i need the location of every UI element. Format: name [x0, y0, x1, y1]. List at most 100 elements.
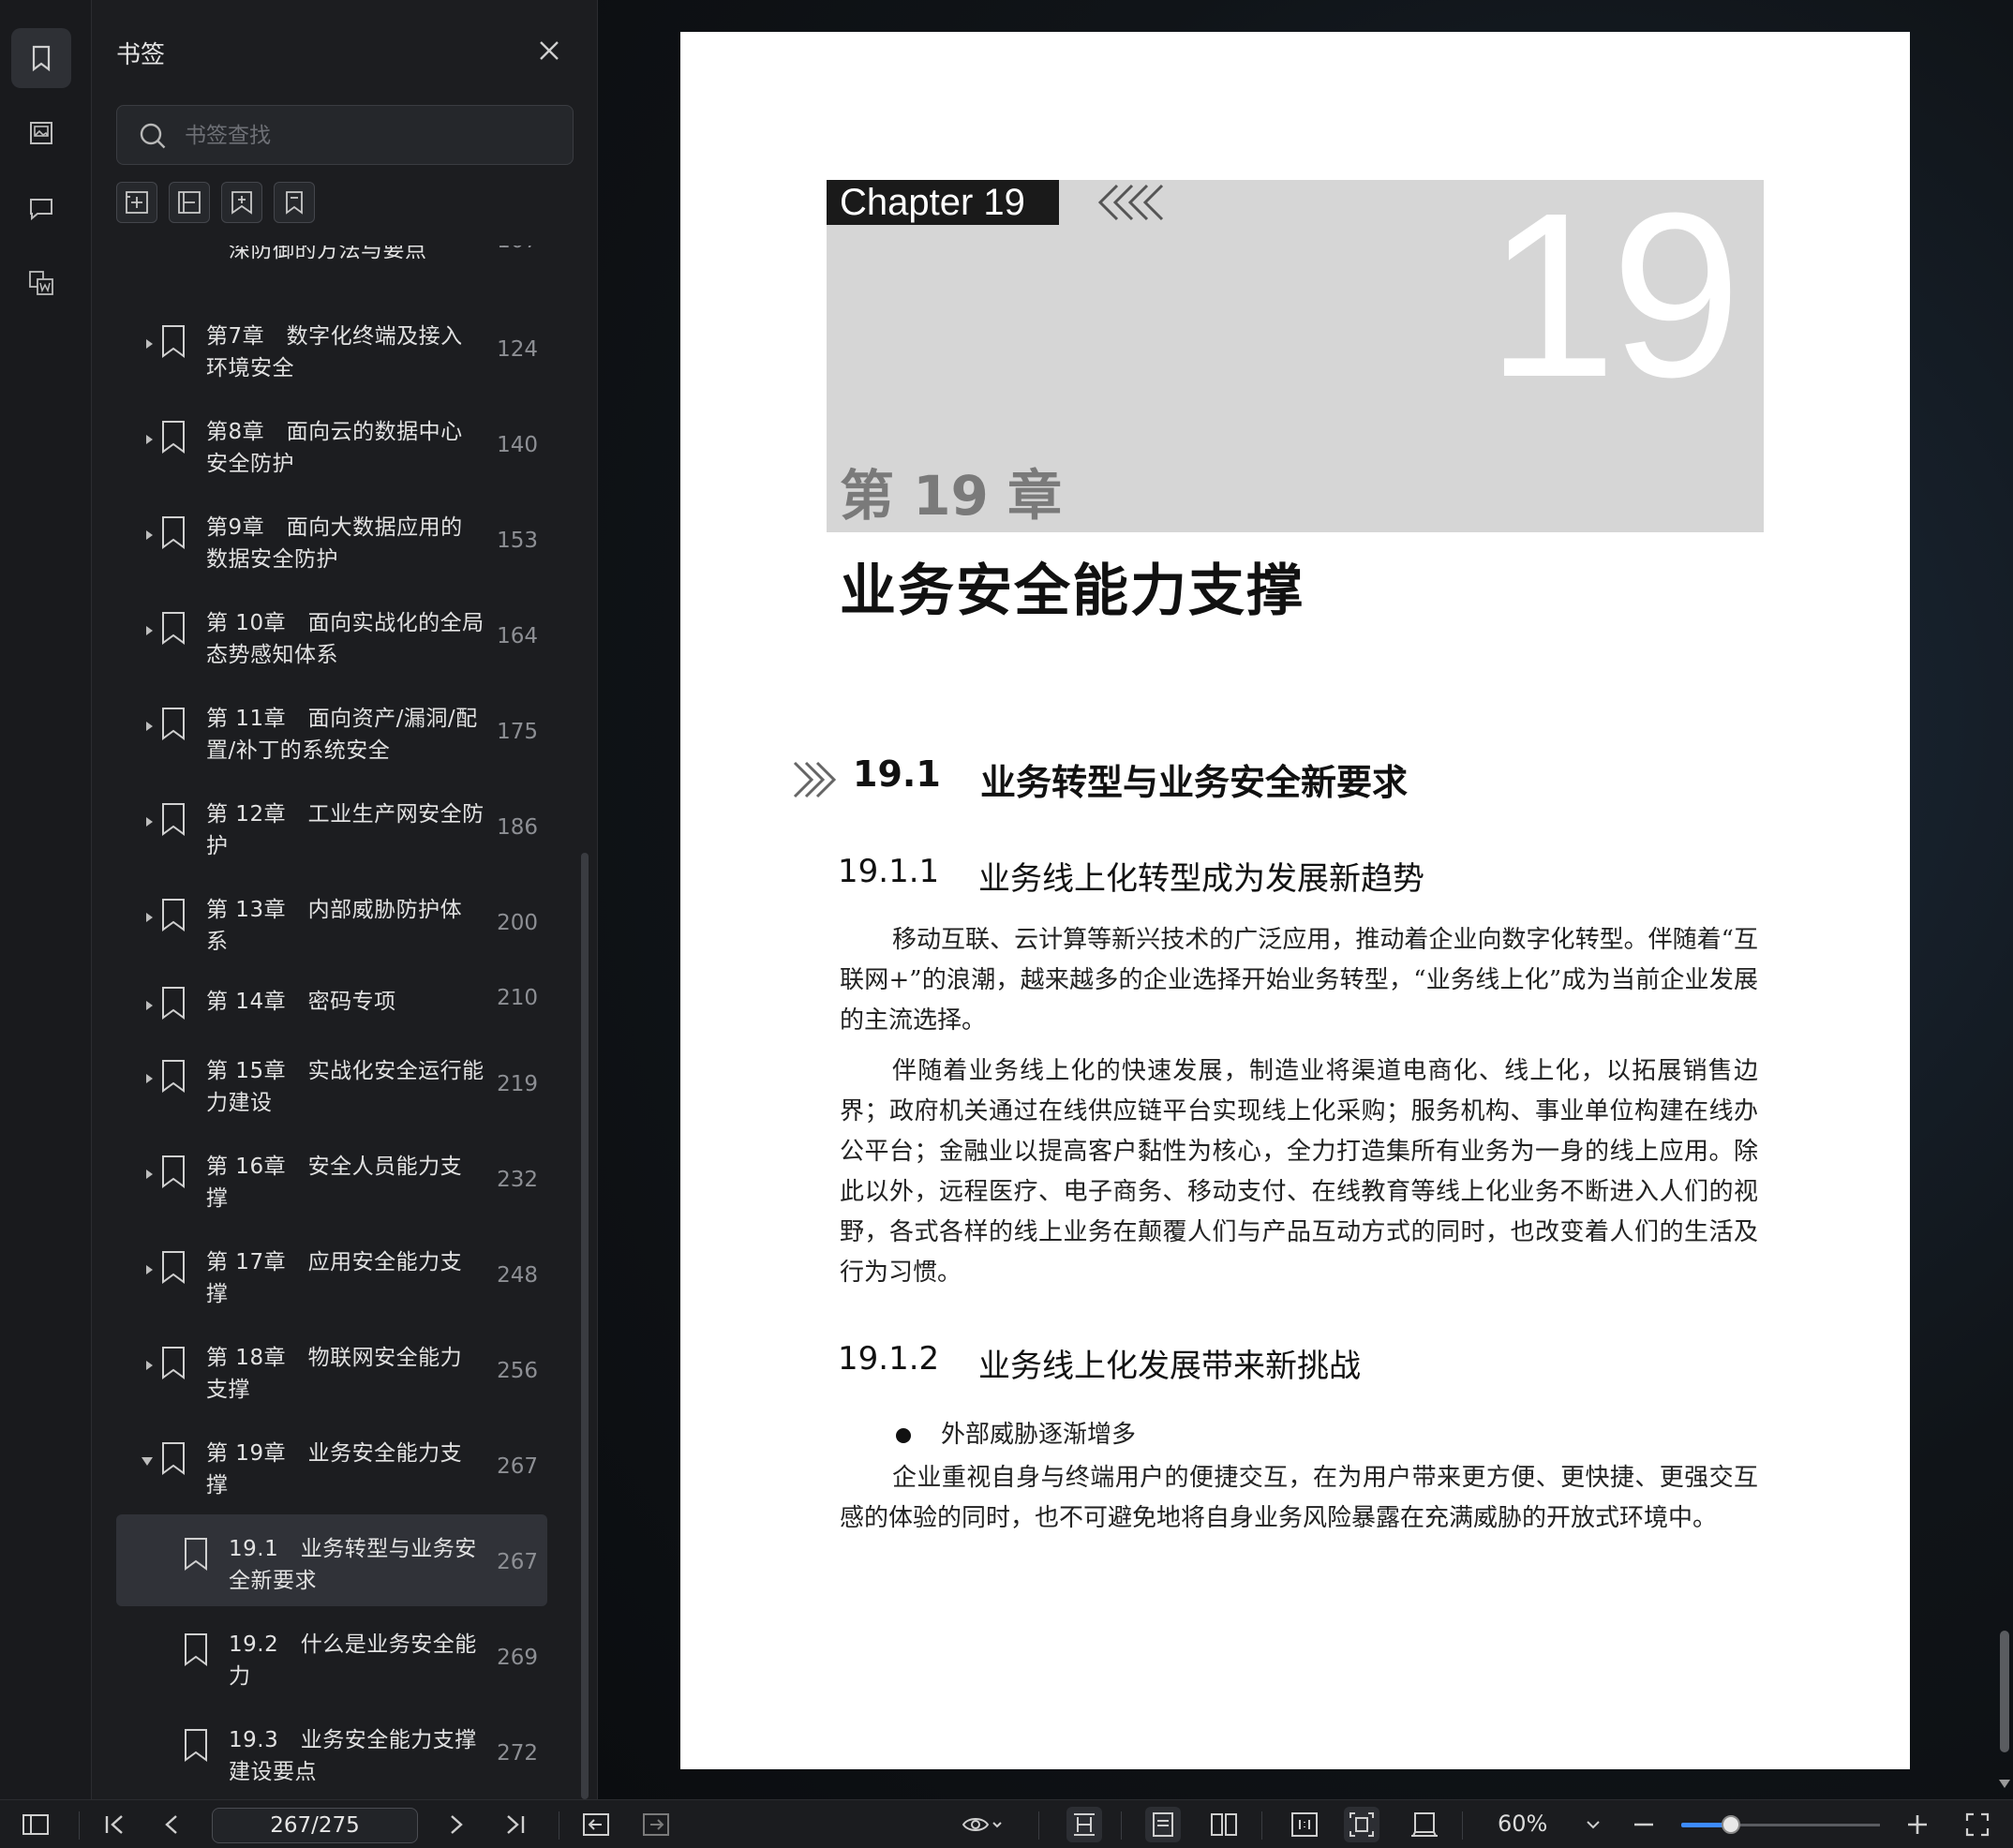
add-bookmark-icon: [231, 191, 252, 215]
bookmark-icon: [162, 1155, 185, 1188]
caret-right-icon[interactable]: [142, 337, 156, 350]
expand-all-button[interactable]: [116, 182, 157, 223]
bookmark-label: 第7章 数字化终端及接入 环境安全: [206, 324, 463, 380]
bookmark-icon: [162, 516, 185, 549]
caret-right-icon[interactable]: [142, 815, 156, 828]
next-page-icon[interactable]: [440, 1810, 470, 1840]
caret-right-icon[interactable]: [142, 911, 156, 924]
subsection-2-number: 19.1.2: [838, 1340, 940, 1378]
eye-dropdown-icon[interactable]: [962, 1810, 1003, 1840]
caret-right-icon[interactable]: [142, 1072, 156, 1085]
bookmark-icon: [185, 1729, 207, 1762]
back-icon[interactable]: [581, 1810, 611, 1840]
caret-right-icon[interactable]: [142, 624, 156, 637]
bullet-text: 外部威胁逐渐增多: [941, 1421, 1137, 1449]
bookmark-icon: [162, 1442, 185, 1475]
panel-title: 书签: [116, 41, 166, 69]
scroll-down-arrow-icon[interactable]: [1998, 1777, 2011, 1790]
bookmark-page: 248: [497, 1263, 538, 1288]
page-number-field[interactable]: 267/275: [212, 1808, 418, 1843]
bookmark-label: 第 12章 工业生产网安全防 护: [206, 802, 485, 858]
zoom-level[interactable]: 60%: [1498, 1811, 1547, 1837]
section-number: 19.1: [853, 753, 941, 795]
sidebar-toggle-icon[interactable]: [21, 1810, 51, 1840]
forward-icon[interactable]: [641, 1810, 671, 1840]
two-page-icon[interactable]: [1207, 1808, 1241, 1841]
caret-right-icon[interactable]: [142, 999, 156, 1012]
caret-right-icon[interactable]: [142, 1359, 156, 1372]
bookmark-icon: [162, 421, 185, 454]
chapter-number: 19: [1485, 164, 1741, 425]
bookmark-search-input[interactable]: [185, 117, 559, 155]
remove-bookmark-icon: [286, 191, 303, 215]
bookmark-icon: [32, 45, 51, 72]
chevron-down-icon[interactable]: [1584, 1810, 1603, 1840]
bookmark-page: 164: [497, 624, 538, 648]
separator: [1462, 1811, 1463, 1840]
caret-down-icon[interactable]: [141, 1454, 154, 1468]
section-title: 业务转型与业务安全新要求: [980, 762, 1409, 803]
collapse-all-icon: [178, 191, 201, 214]
previous-page-icon[interactable]: [157, 1810, 187, 1840]
bookmark-label: 第 10章 面向实战化的全局 态势感知体系: [206, 611, 485, 667]
bookmark-page: 140: [497, 433, 538, 457]
bookmark-page: 153: [497, 529, 538, 553]
convert-tab-button[interactable]: [11, 253, 71, 313]
paragraph-1: 移动互联、云计算等新兴技术的广泛应用，推动着企业向数字化转型。伴随着“互联网+”…: [840, 926, 1758, 1035]
remove-bookmark-button[interactable]: [274, 182, 315, 223]
separator: [79, 1811, 80, 1840]
subsection-2-title: 业务线上化发展带来新挑战: [978, 1348, 1361, 1385]
bookmark-page: 256: [497, 1359, 538, 1383]
double-chevron-left-icon: [1097, 184, 1164, 221]
document-scrollbar[interactable]: [2000, 1631, 2009, 1752]
bookmark-label: 深防御的方法与要点: [229, 246, 427, 262]
fullscreen-icon[interactable]: [1962, 1810, 1992, 1840]
paragraph-3: 企业重视自身与终端用户的便捷交互，在为用户带来更方便、更快捷、更强交互感的体验的…: [840, 1464, 1758, 1532]
last-page-icon[interactable]: [500, 1810, 530, 1840]
thumbnails-tab-button[interactable]: [11, 103, 71, 163]
caret-right-icon[interactable]: [142, 720, 156, 733]
double-chevron-right-icon: [793, 761, 837, 798]
bookmark-icon: [162, 899, 185, 931]
chapter-title: 业务安全能力支撑: [840, 559, 1305, 624]
zoom-in-icon[interactable]: [1902, 1810, 1932, 1840]
subsection-1-number: 19.1.1: [838, 853, 940, 890]
caret-right-icon[interactable]: [142, 1168, 156, 1181]
bookmark-list-scrollbar[interactable]: [581, 853, 589, 1799]
bookmark-search-box[interactable]: [116, 105, 574, 165]
close-icon[interactable]: [536, 37, 562, 64]
chapter-cn-label: 第 19 章: [840, 464, 1063, 528]
first-page-icon[interactable]: [99, 1810, 129, 1840]
add-bookmark-button[interactable]: [221, 182, 262, 223]
bookmark-label: 第 18章 物联网安全能力 支撑: [206, 1346, 463, 1402]
bookmark-page: 107: [484, 246, 538, 253]
caret-right-icon[interactable]: [142, 433, 156, 446]
single-page-icon[interactable]: [1145, 1807, 1181, 1842]
bookmark-page: 267: [497, 1550, 538, 1574]
fit-width-icon[interactable]: [1408, 1808, 1441, 1841]
bookmark-page: 267: [497, 1454, 538, 1479]
bookmark-label: 第 19章 业务安全能力支 撑: [206, 1441, 463, 1498]
bookmark-page: 124: [497, 337, 538, 362]
bookmark-label: 19.1 业务转型与业务安 全新要求: [229, 1537, 477, 1593]
bookmark-label: 第 16章 安全人员能力支 撑: [206, 1155, 463, 1211]
bookmark-icon: [162, 325, 185, 358]
image-icon: [30, 122, 52, 144]
collapse-all-button[interactable]: [169, 182, 210, 223]
zoom-slider-handle[interactable]: [1722, 1815, 1740, 1834]
bookmark-label: 19.3 业务安全能力支撑 建设要点: [229, 1728, 477, 1784]
comments-tab-button[interactable]: [11, 178, 71, 238]
comment-icon: [30, 199, 52, 221]
document-viewport[interactable]: Chapter 19 19 第 19 章 业务安全能力支撑 19.1 业务转型与…: [598, 0, 2013, 1799]
bookmark-page: 219: [497, 1072, 538, 1096]
caret-right-icon[interactable]: [142, 529, 156, 542]
bookmarks-tab-button[interactable]: [11, 28, 71, 88]
fit-page-icon[interactable]: [1344, 1807, 1379, 1842]
caret-right-icon[interactable]: [142, 1263, 156, 1276]
zoom-out-icon[interactable]: [1629, 1810, 1659, 1840]
word-convert-icon: [29, 271, 53, 295]
actual-size-icon[interactable]: [1288, 1808, 1321, 1841]
fit-height-icon[interactable]: [1066, 1807, 1102, 1842]
bookmark-icon: [162, 987, 185, 1020]
bookmark-page: 200: [497, 911, 538, 935]
